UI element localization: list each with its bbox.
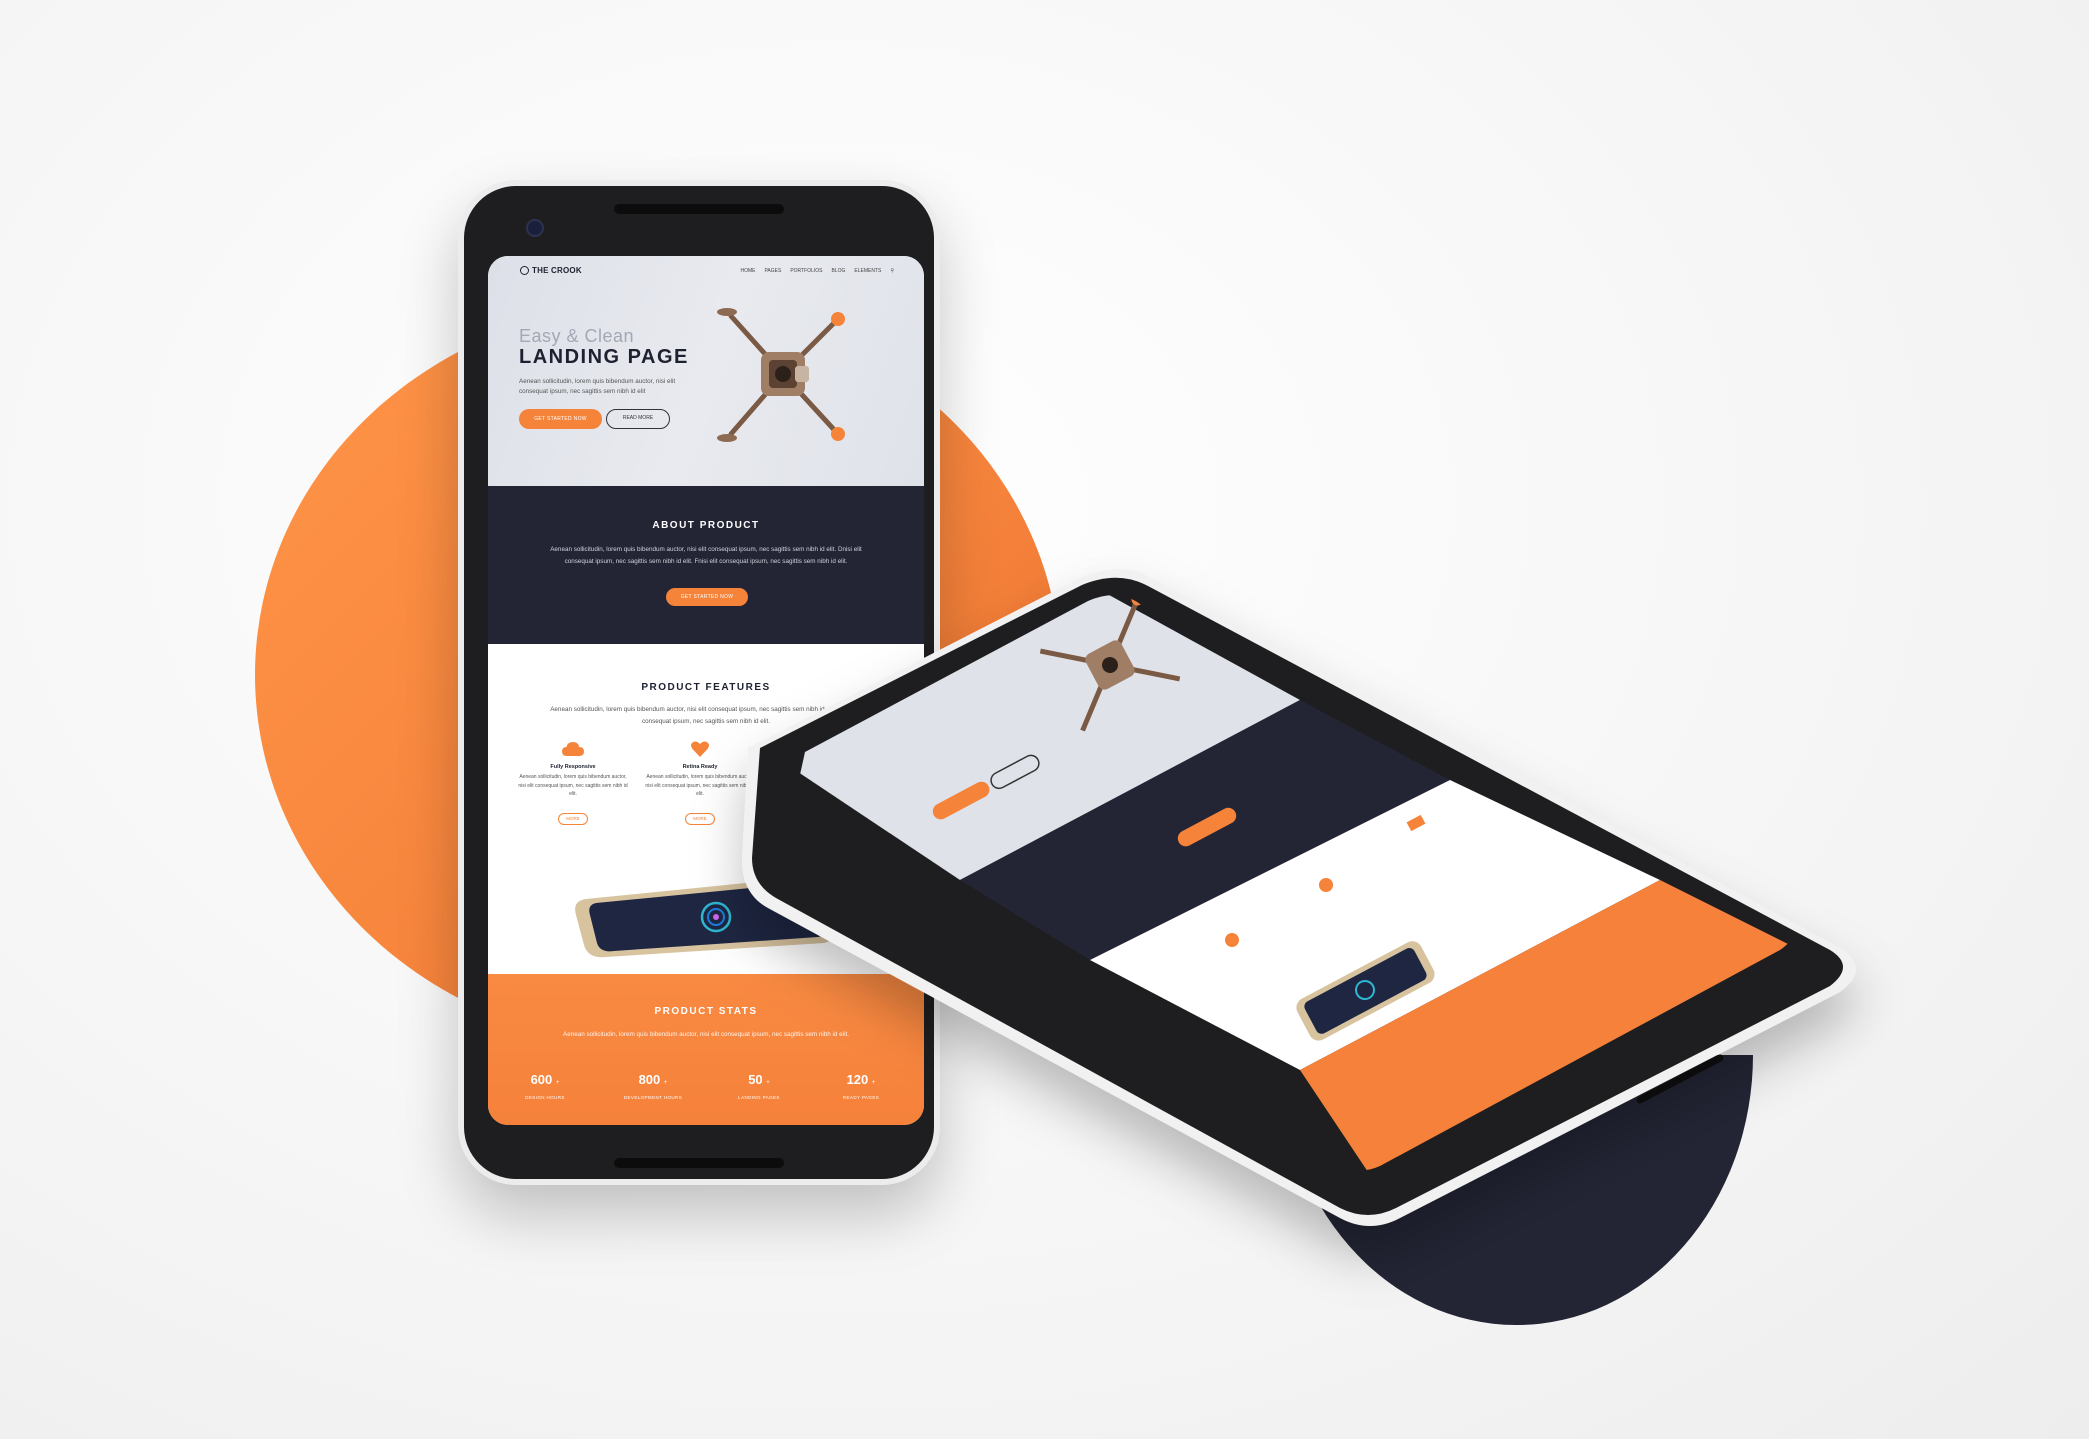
phone-mockup-tilted	[742, 569, 1856, 1226]
